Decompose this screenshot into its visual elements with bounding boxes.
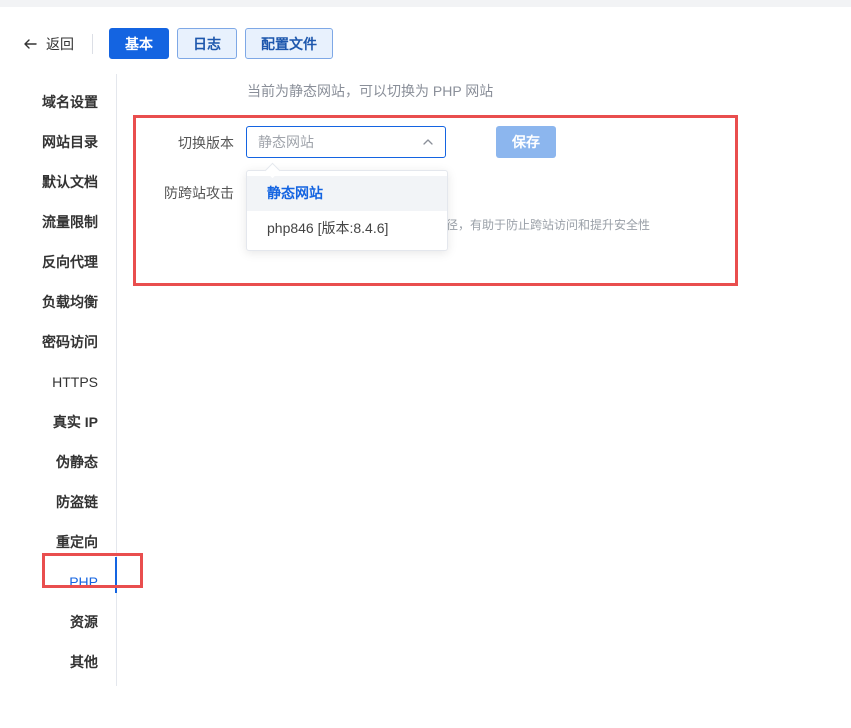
arrow-left-icon [22,36,38,52]
divider [92,34,93,54]
sidebar-item-rewrite[interactable]: 伪静态 [56,452,98,472]
back-button[interactable]: 返回 [22,34,74,54]
sidebar-item-real-ip[interactable]: 真实 IP [53,412,98,432]
sidebar-item-php[interactable]: PHP [69,572,98,592]
sidebar-active-indicator [115,557,117,593]
sidebar-item-password-access[interactable]: 密码访问 [42,332,98,352]
sidebar-item-site-dir[interactable]: 网站目录 [42,132,98,152]
version-select[interactable]: 静态网站 [246,126,446,158]
back-label: 返回 [46,36,74,52]
version-label: 切换版本 [178,135,234,151]
sidebar-item-load-balance[interactable]: 负载均衡 [42,292,98,312]
version-select-value: 静态网站 [258,134,314,150]
sidebar-item-traffic-limit[interactable]: 流量限制 [42,212,98,232]
sidebar-item-https[interactable]: HTTPS [52,372,98,392]
sidebar-item-reverse-proxy[interactable]: 反向代理 [42,252,98,272]
version-dropdown: 静态网站 php846 [版本:8.4.6] [246,162,448,251]
tab-config-file[interactable]: 配置文件 [245,28,333,59]
sidebar-item-default-doc[interactable]: 默认文档 [42,172,98,192]
tab-basic[interactable]: 基本 [109,28,169,59]
chevron-up-icon [422,136,434,148]
sidebar-item-redirect[interactable]: 重定向 [56,532,98,552]
tab-log[interactable]: 日志 [177,28,237,59]
page: 返回 基本 日志 配置文件 域名设置 网站目录 默认文档 流量限制 反向代理 负… [0,7,851,728]
sidebar-item-hotlink[interactable]: 防盗链 [56,492,98,512]
save-button[interactable]: 保存 [496,126,556,158]
cross-site-label: 防跨站攻击 [164,185,234,201]
sidebar: 域名设置 网站目录 默认文档 流量限制 反向代理 负载均衡 密码访问 HTTPS… [0,74,117,686]
sidebar-item-resources[interactable]: 资源 [70,612,98,632]
dropdown-option-php846[interactable]: php846 [版本:8.4.6] [247,211,447,246]
php-notice: 当前为静态网站，可以切换为 PHP 网站 [247,83,494,99]
dropdown-option-static[interactable]: 静态网站 [247,176,447,211]
cross-site-hint: 路径，有助于防止跨站访问和提升安全性 [434,218,651,232]
sidebar-item-other[interactable]: 其他 [70,652,98,672]
sidebar-item-domain[interactable]: 域名设置 [42,92,98,112]
